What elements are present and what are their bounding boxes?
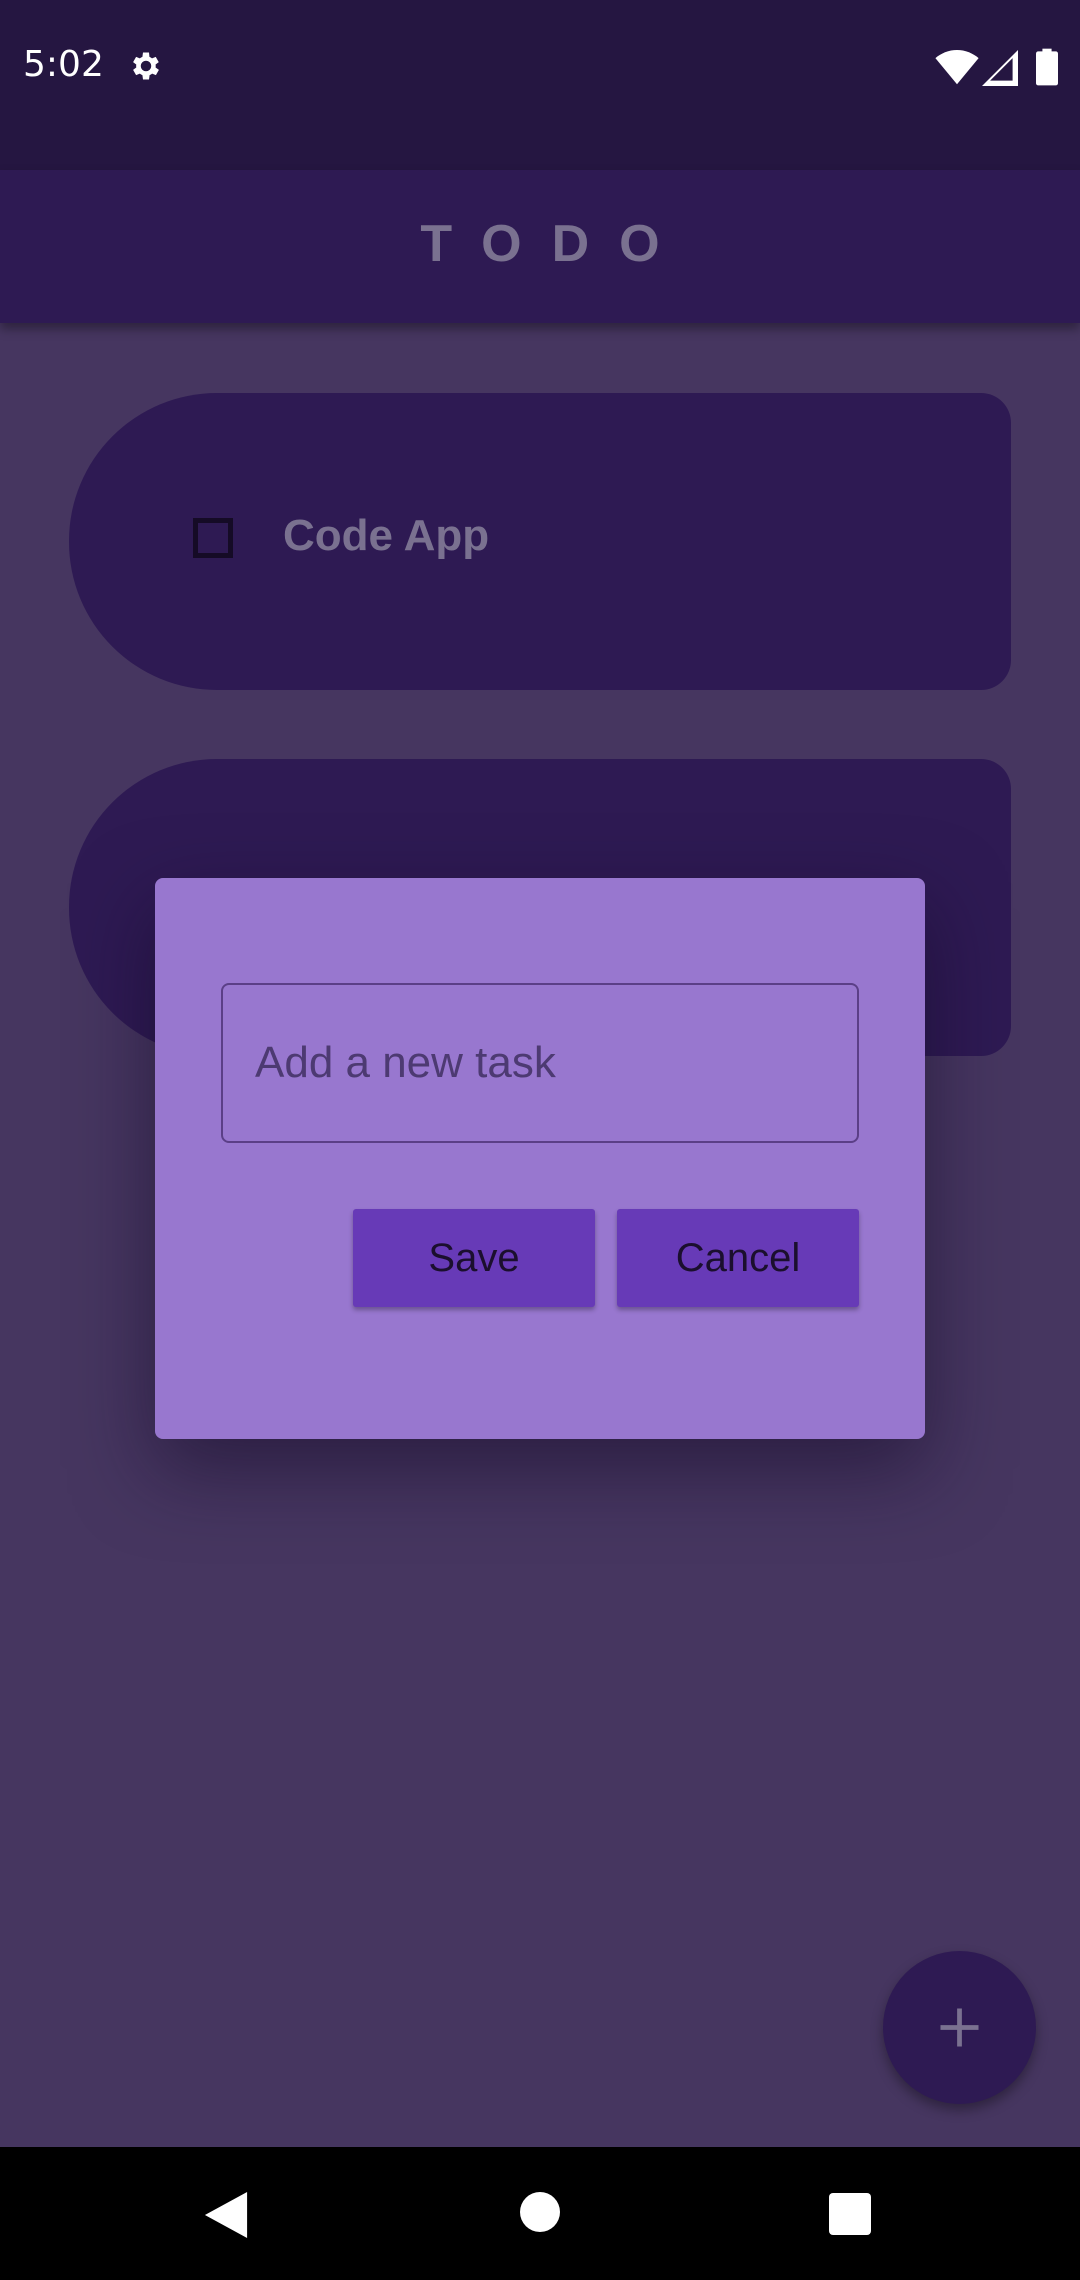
plus-icon <box>940 2008 979 2047</box>
back-icon[interactable] <box>204 2192 248 2238</box>
wifi-icon <box>935 50 979 85</box>
signal-icon <box>982 50 1018 86</box>
app-bar: TODO <box>0 170 1080 323</box>
task-label: Code App <box>283 511 490 560</box>
add-task-dialog: Save Cancel <box>155 878 925 1439</box>
app-title: TODO <box>420 215 690 273</box>
cancel-button[interactable]: Cancel <box>617 1209 859 1307</box>
screen: 5:02 TODO Code App Save Cancel <box>0 0 1080 2280</box>
new-task-input[interactable] <box>221 983 859 1143</box>
recents-icon[interactable] <box>829 2193 871 2235</box>
gear-icon <box>133 52 159 80</box>
add-task-fab[interactable] <box>883 1951 1036 2104</box>
status-time: 5:02 <box>23 44 104 85</box>
task-card[interactable]: Code App <box>69 393 1011 690</box>
save-button[interactable]: Save <box>353 1209 595 1307</box>
home-icon[interactable] <box>520 2192 560 2232</box>
navigation-bar <box>0 2147 1080 2280</box>
status-bar: 5:02 <box>0 0 1080 170</box>
task-checkbox[interactable] <box>193 518 233 558</box>
battery-icon <box>1036 48 1058 86</box>
